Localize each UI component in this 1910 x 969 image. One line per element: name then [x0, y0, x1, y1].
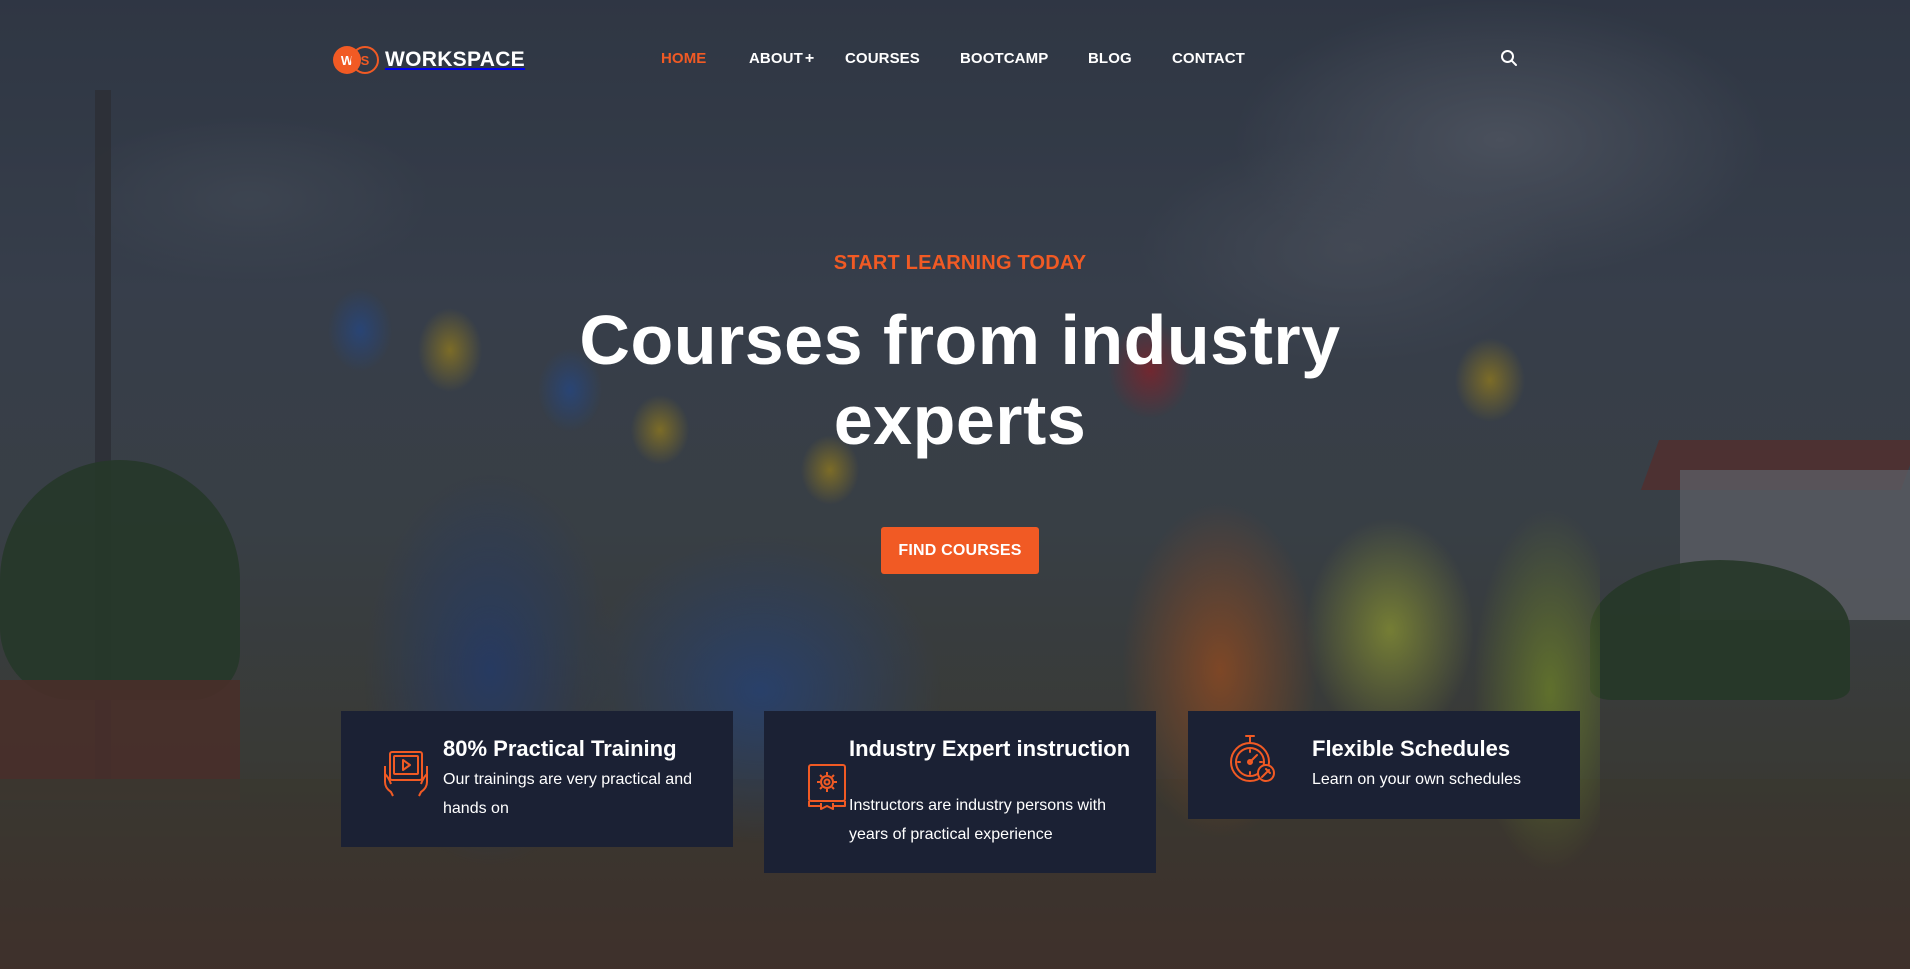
hero-eyebrow: START LEARNING TODAY [833, 252, 1087, 274]
nav-item-blog[interactable]: BLOG [1088, 50, 1132, 67]
site-logo[interactable]: W S WORKSPACE [333, 46, 525, 74]
feature-description: Instructors are industry persons with ye… [849, 797, 1106, 843]
hero-headline: Courses from industry experts [579, 301, 1341, 459]
feature-description: Learn on your own schedules [1312, 771, 1522, 788]
nav-item-about-label: ABOUT [749, 50, 803, 67]
nav-item-courses[interactable]: COURSES [845, 50, 920, 67]
stopwatch-icon [1226, 733, 1276, 783]
logo-letter-s: S [351, 46, 379, 74]
feature-card-practical: 80% Practical Training Our trainings are… [341, 711, 733, 847]
nav-item-contact[interactable]: CONTACT [1172, 50, 1245, 67]
feature-title: Industry Expert instruction [849, 736, 1131, 761]
nav-item-about[interactable]: ABOUT + [749, 50, 814, 68]
feature-card-flexible: Flexible Schedules Learn on your own sch… [1188, 711, 1580, 819]
plus-icon: + [804, 50, 815, 67]
logo-mark-icon: W S [333, 46, 381, 74]
logo-text: WORKSPACE [385, 48, 525, 71]
nav-item-bootcamp[interactable]: BOOTCAMP [960, 50, 1048, 67]
nav-item-home[interactable]: HOME [661, 50, 706, 67]
feature-title: 80% Practical Training [443, 736, 677, 761]
feature-title: Flexible Schedules [1312, 736, 1511, 761]
search-icon[interactable] [1500, 49, 1518, 67]
find-courses-button[interactable]: FIND COURSES [881, 527, 1039, 574]
feature-description: Our trainings are very practical and han… [443, 771, 692, 817]
site-header: W S WORKSPACE HOME ABOUT + COURSES BOOTCA… [0, 0, 1910, 120]
video-tablet-icon [381, 748, 431, 798]
feature-card-expert: Industry Expert instruction Instructors … [764, 711, 1156, 873]
